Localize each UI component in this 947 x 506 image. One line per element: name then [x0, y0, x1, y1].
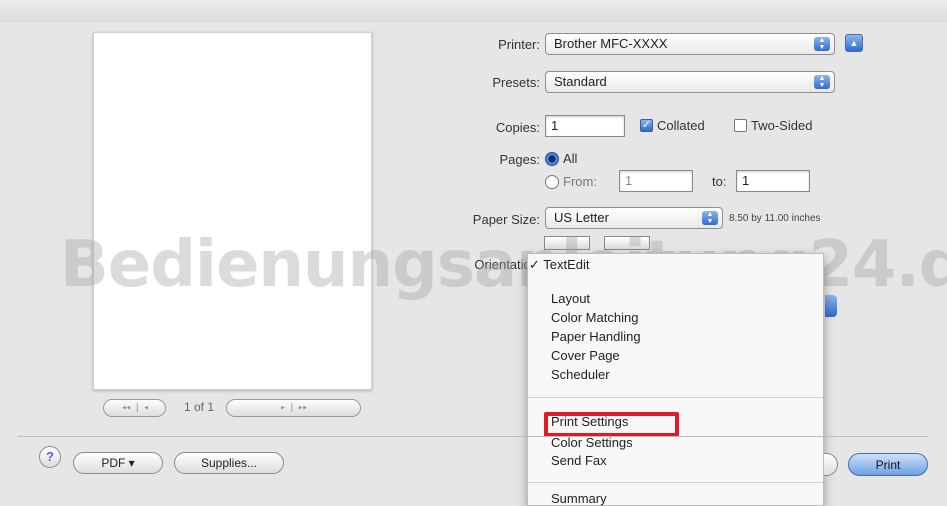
popup-arrows-icon: ▲ ▼ [814, 37, 830, 51]
printer-value: Brother MFC-XXXX [554, 36, 668, 51]
menu-item-layout[interactable]: Layout [551, 291, 590, 306]
menu-item-color-matching[interactable]: Color Matching [551, 310, 638, 325]
menu-item-paper-handling[interactable]: Paper Handling [551, 329, 641, 344]
print-button[interactable]: Print [848, 453, 928, 476]
collated-label: Collated [657, 118, 705, 133]
menu-separator [528, 397, 823, 398]
two-sided-label: Two-Sided [751, 118, 813, 133]
printer-popup[interactable]: Brother MFC-XXXX ▲ ▼ [545, 33, 835, 55]
menu-item-summary[interactable]: Summary [551, 491, 607, 506]
menu-separator [528, 482, 823, 483]
pages-from-radio[interactable] [545, 175, 559, 189]
page-preview [93, 32, 372, 390]
bottom-divider [18, 436, 928, 437]
disclosure-up-icon[interactable]: ▲ [845, 34, 863, 52]
help-icon[interactable]: ? [39, 446, 61, 468]
pane-menu: ✓ TextEdit Layout Color Matching Paper H… [527, 253, 824, 506]
pages-to-label: to: [712, 174, 727, 189]
pane-popup-edge [825, 295, 837, 317]
page-count: 1 of 1 [184, 400, 215, 414]
pages-from-label: From: [563, 174, 597, 189]
menu-item-scheduler[interactable]: Scheduler [551, 367, 610, 382]
menu-item-color-settings[interactable]: Color Settings [551, 435, 633, 450]
pages-to-field[interactable]: 1 [736, 170, 810, 192]
paper-size-value: US Letter [554, 210, 609, 225]
paper-size-label: Paper Size: [472, 212, 540, 227]
pdf-button[interactable]: PDF ▾ [73, 452, 163, 474]
cancel-button-edge[interactable] [824, 453, 838, 476]
copies-field[interactable]: 1 [545, 115, 625, 137]
paper-size-popup[interactable]: US Letter ▲ ▼ [545, 207, 723, 229]
copies-label: Copies: [495, 120, 540, 135]
presets-popup[interactable]: Standard ▲ ▼ [545, 71, 835, 93]
presets-value: Standard [554, 74, 607, 89]
pages-from-field[interactable]: 1 [619, 170, 693, 192]
pages-label: Pages: [499, 152, 540, 167]
title-bar [0, 0, 947, 22]
pages-all-label: All [563, 151, 578, 166]
popup-arrows-icon: ▲ ▼ [814, 75, 830, 89]
menu-item-send-fax[interactable]: Send Fax [551, 453, 607, 468]
checkmark-icon: ✓ [641, 119, 652, 131]
next-last-page-button[interactable]: ▸ | ▸▸ [226, 399, 361, 417]
menu-item-cover-page[interactable]: Cover Page [551, 348, 620, 363]
paper-dimensions: 8.50 by 11.00 inches [729, 213, 821, 224]
popup-arrows-icon: ▲ ▼ [702, 211, 718, 225]
print-settings-highlight [544, 412, 679, 437]
supplies-button[interactable]: Supplies... [174, 452, 284, 474]
printer-label: Printer: [498, 37, 540, 52]
two-sided-checkbox[interactable] [734, 119, 747, 132]
pages-all-radio[interactable] [545, 152, 559, 166]
collated-checkbox[interactable]: ✓ [640, 119, 653, 132]
menu-item-textedit[interactable]: ✓ TextEdit [529, 257, 590, 273]
presets-label: Presets: [492, 75, 540, 90]
first-prev-page-button[interactable]: ◂◂ | ◂ [103, 399, 166, 417]
